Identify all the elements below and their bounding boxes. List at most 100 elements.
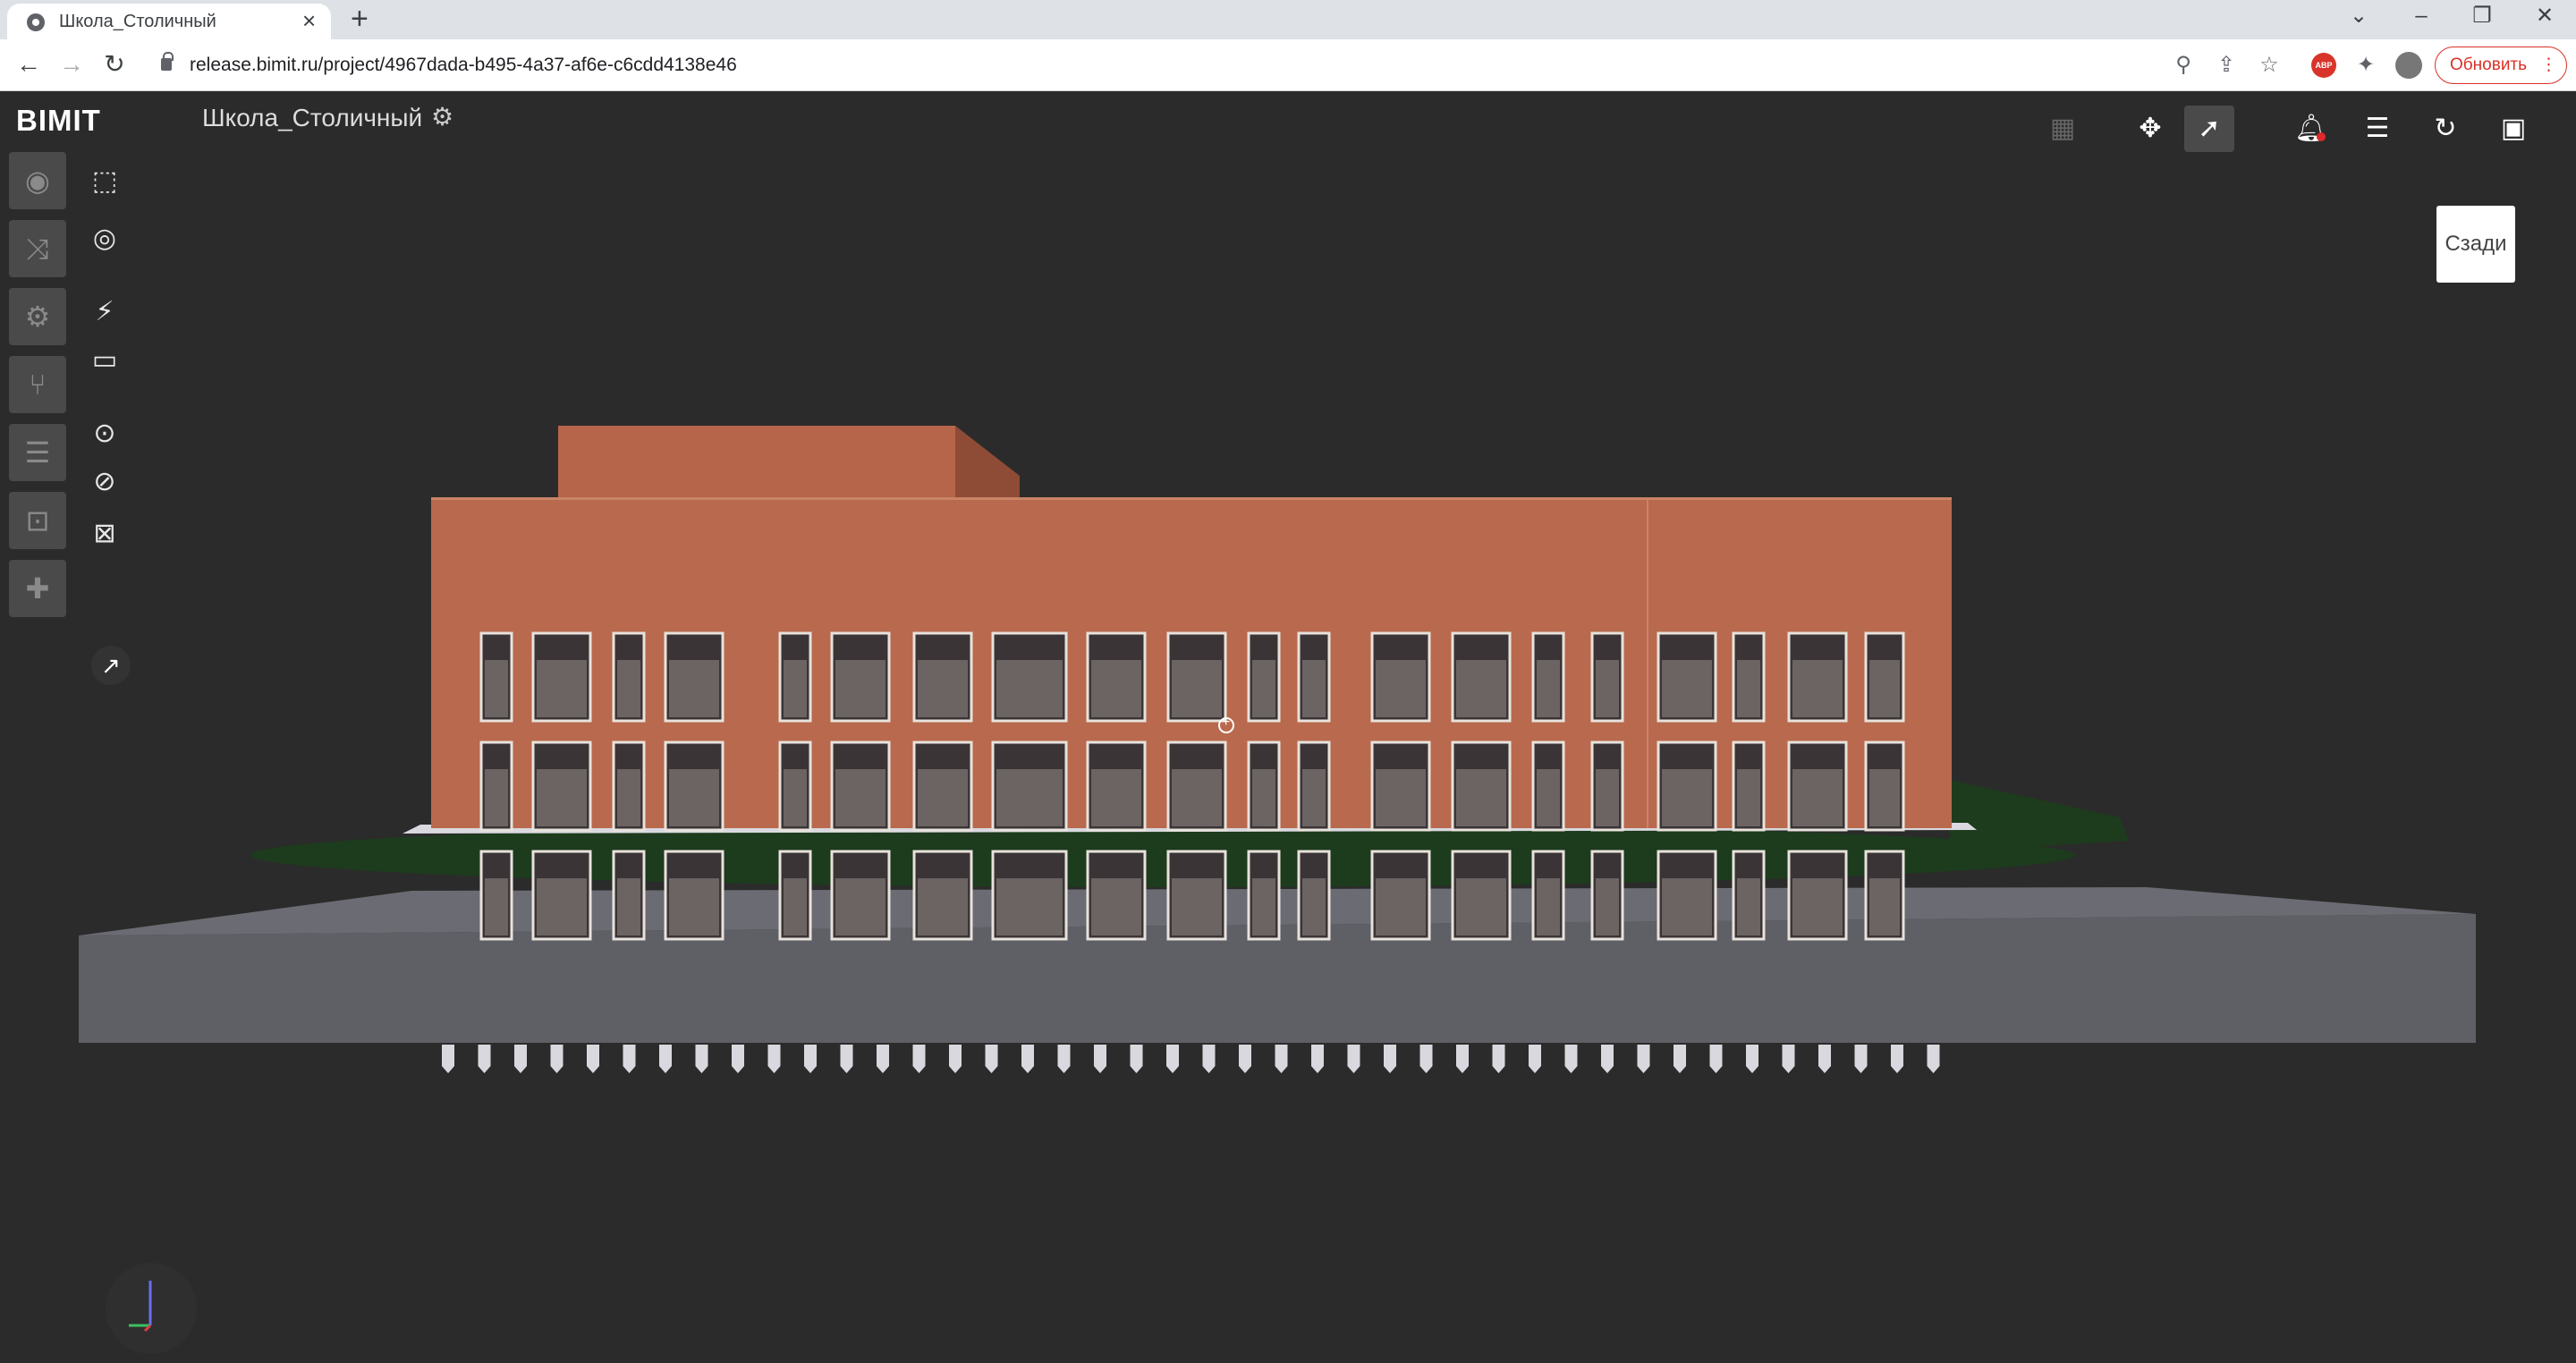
show-selected-icon[interactable]: ⊙: [82, 411, 127, 456]
tab-close-icon[interactable]: ×: [302, 9, 316, 32]
window-glass: [1662, 769, 1712, 826]
eye-icon[interactable]: ◉: [9, 152, 66, 209]
update-label: Обновить: [2450, 55, 2528, 74]
select-arrow-icon[interactable]: ➚: [2184, 106, 2234, 152]
tab-title: Школа_Столичный: [59, 12, 216, 31]
forward-arrow-icon[interactable]: →: [55, 48, 88, 80]
window-glass: [1172, 878, 1222, 935]
pile: [1746, 1045, 1758, 1073]
settings-icon[interactable]: ⚙: [9, 288, 66, 345]
window-glass: [784, 878, 807, 935]
bimit-logo[interactable]: BIMIT: [16, 104, 101, 138]
puzzle-icon[interactable]: ✚: [9, 560, 66, 617]
window-glass: [1537, 660, 1560, 717]
pile: [804, 1045, 817, 1073]
window-glass: [1252, 660, 1275, 717]
pile: [1275, 1045, 1288, 1073]
tab-search-chevron-icon[interactable]: ⌄: [2329, 0, 2388, 36]
window-glass: [784, 769, 807, 826]
window-glass: [996, 660, 1063, 717]
fit-view-icon[interactable]: ⬚: [82, 159, 127, 204]
orbit-icon[interactable]: ✥: [2125, 106, 2175, 152]
account-icon[interactable]: ▣: [2488, 106, 2538, 152]
browser-tab[interactable]: Школа_Столичный ×: [7, 4, 331, 39]
pile: [985, 1045, 998, 1073]
window-glass: [996, 878, 1063, 935]
window-glass: [1869, 769, 1900, 826]
window-glass: [669, 660, 719, 717]
window-glass: [918, 769, 968, 826]
window-glass: [1376, 769, 1426, 826]
notification-dot: [2317, 132, 2326, 141]
restore-button[interactable]: ❐: [2453, 0, 2512, 36]
menu-list-icon[interactable]: ☰: [2352, 106, 2402, 152]
target-icon[interactable]: ◎: [82, 216, 127, 261]
clear-selection-icon[interactable]: ⊠: [82, 512, 127, 556]
roof-block: [558, 426, 955, 499]
pile: [1927, 1045, 1940, 1073]
window-glass: [835, 878, 886, 935]
pile: [949, 1045, 962, 1073]
window-glass: [1302, 769, 1326, 826]
adblock-extension-icon[interactable]: ABP: [2311, 53, 2336, 78]
window-glass: [1376, 878, 1426, 935]
profile-avatar[interactable]: [2395, 52, 2422, 79]
window-glass: [1456, 878, 1506, 935]
branch-icon[interactable]: ⑂: [9, 356, 66, 413]
window-glass: [784, 660, 807, 717]
window-glass: [1792, 660, 1843, 717]
shuffle-icon[interactable]: ⤨: [9, 220, 66, 277]
qr-grid-icon[interactable]: ▦: [2038, 106, 2088, 152]
refresh-icon[interactable]: ↻: [2420, 106, 2470, 152]
facade-cornice: [431, 497, 1952, 500]
window-glass: [1737, 660, 1760, 717]
model-viewport[interactable]: [0, 91, 2576, 1363]
window-grid: [479, 631, 1905, 941]
bell-icon[interactable]: 🔔︎: [2286, 106, 2336, 152]
trend-chart-icon[interactable]: ↗: [91, 646, 131, 685]
axes-icon: [129, 1281, 152, 1333]
axes-gizmo[interactable]: [106, 1263, 197, 1354]
section-level-icon[interactable]: ▭: [82, 338, 127, 383]
window-glass: [1537, 878, 1560, 935]
view-cube-back[interactable]: Сзади: [2436, 206, 2515, 283]
address-bar[interactable]: release.bimit.ru/project/4967dada-b495-4…: [143, 47, 2165, 84]
back-arrow-icon[interactable]: ←: [13, 48, 45, 80]
pile-row: [442, 1045, 1940, 1073]
pile: [1564, 1045, 1578, 1073]
extensions-puzzle-icon[interactable]: ✦: [2352, 52, 2379, 79]
window-glass: [1869, 878, 1900, 935]
window-glass: [1537, 769, 1560, 826]
window-glass: [1869, 660, 1900, 717]
pile: [767, 1045, 781, 1073]
zoom-icon[interactable]: ⚲: [2170, 52, 2197, 79]
pile: [1239, 1045, 1251, 1073]
section-plane-icon[interactable]: ⚡︎: [82, 290, 127, 334]
reload-icon[interactable]: ↻: [98, 48, 131, 80]
window-glass: [918, 878, 968, 935]
url-text: release.bimit.ru/project/4967dada-b495-4…: [190, 55, 737, 75]
minimize-button[interactable]: –: [2392, 0, 2451, 36]
new-tab-button[interactable]: +: [351, 2, 369, 36]
hide-selected-icon[interactable]: ⊘: [82, 460, 127, 504]
window-glass: [1302, 878, 1326, 935]
pile: [1782, 1045, 1795, 1073]
close-window-button[interactable]: ✕: [2515, 0, 2574, 36]
pile: [1891, 1045, 1903, 1073]
pile: [1384, 1045, 1396, 1073]
bookmark-star-icon[interactable]: ☆: [2256, 52, 2283, 79]
list-icon[interactable]: ☰: [9, 424, 66, 481]
contact-card-icon[interactable]: ⊡: [9, 492, 66, 549]
pile: [623, 1045, 636, 1073]
bimit-favicon-icon: [27, 13, 45, 31]
pile: [550, 1045, 564, 1073]
window-glass: [1091, 660, 1141, 717]
pile: [587, 1045, 599, 1073]
pile: [1094, 1045, 1106, 1073]
share-icon[interactable]: ⇪: [2213, 52, 2240, 79]
update-button[interactable]: Обновить ⋮: [2435, 47, 2567, 84]
project-settings-gear-icon[interactable]: ⚙: [431, 102, 453, 131]
project-title: Школа_Столичный: [202, 104, 423, 131]
pile: [1057, 1045, 1071, 1073]
window-glass: [1252, 878, 1275, 935]
